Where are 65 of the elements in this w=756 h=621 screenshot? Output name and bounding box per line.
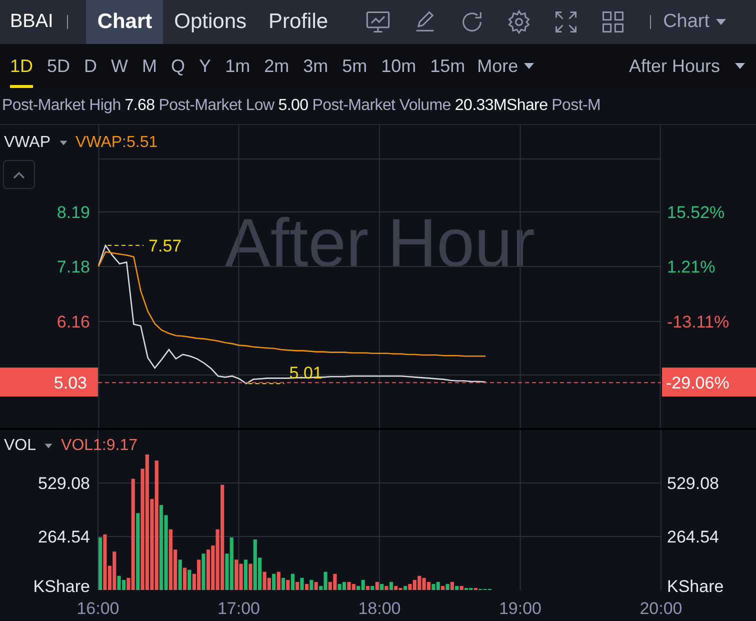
axis-label: KShare [667, 577, 724, 596]
period-tab[interactable]: 1m [225, 44, 250, 88]
stat-value: 5.00 [278, 96, 308, 116]
time-label: 20:00 [640, 599, 682, 618]
axis-label: KShare [33, 577, 90, 596]
caret-icon [523, 62, 536, 70]
axis-label: 264.54 [667, 528, 719, 546]
chart-menu[interactable]: Chart [663, 8, 727, 36]
axis-label: 264.54 [38, 528, 90, 546]
leader-line [107, 244, 144, 246]
period-tab[interactable]: 5D [47, 44, 70, 88]
settings-icon[interactable] [506, 9, 532, 35]
indicator-name: VWAP [4, 133, 51, 153]
time-label: 17:00 [217, 599, 260, 618]
axis-label: 7.18 [56, 257, 90, 276]
period-tab[interactable]: 15m [430, 44, 466, 88]
y-tick-label: 5.03 [54, 374, 87, 393]
grid-icon[interactable] [600, 9, 626, 35]
monitor-chart-icon[interactable] [365, 9, 392, 35]
annotation-label: 7.57 [148, 236, 182, 256]
time-label: 19:00 [498, 599, 542, 618]
stat-label: Post-Market Low [158, 96, 274, 116]
chart-tab[interactable]: Options [163, 0, 258, 44]
axis-label: -13.11% [667, 312, 730, 332]
caret-icon [58, 139, 68, 147]
axis-label: 1.21% [667, 257, 716, 276]
axis-label: 529.08 [667, 474, 719, 493]
more-menu[interactable]: More [477, 52, 536, 80]
period-tab[interactable]: Y [199, 44, 212, 88]
caret-icon [44, 442, 54, 450]
fullscreen-icon[interactable] [553, 9, 580, 35]
indicator-value: VOL1:9.17 [61, 436, 138, 456]
stat-label: Post-Market High [2, 96, 121, 116]
indicator-value: VWAP:5.51 [76, 133, 158, 153]
period-tab[interactable]: Q [171, 44, 186, 88]
axis-label: 8.19 [56, 202, 90, 222]
axis-label: 6.16 [56, 312, 90, 332]
time-label: 16:00 [76, 599, 120, 618]
period-tab[interactable]: 2m [264, 44, 290, 88]
caret-icon [714, 18, 727, 26]
period-tab[interactable]: 3m [303, 44, 328, 88]
leader-line [248, 383, 285, 384]
chart-tab[interactable]: Profile [258, 0, 340, 44]
period-tab[interactable]: 10m [381, 44, 416, 88]
session-menu[interactable]: After Hours [628, 52, 746, 80]
period-tab[interactable]: 5m [342, 44, 368, 88]
stat-label: Post-M [552, 96, 601, 116]
period-tab[interactable]: D [84, 44, 98, 88]
caret-icon [734, 62, 746, 70]
period-tab[interactable]: M [142, 44, 158, 88]
chevron-up-icon [13, 170, 25, 178]
period-tab[interactable]: W [111, 44, 128, 88]
price-tag: 5.03 [0, 368, 98, 397]
time-label: 18:00 [358, 599, 401, 618]
stat-label: Post-Market Volume [312, 96, 451, 116]
ticker-symbol: BBAI [9, 10, 54, 34]
period-tab[interactable]: 1D [10, 44, 34, 88]
stat-value: 7.68 [124, 96, 155, 116]
indicator-name: VOL [4, 436, 36, 456]
axis-label: 15.52% [667, 202, 725, 222]
chart-tab[interactable]: Chart [86, 0, 164, 44]
change-tag: -29.06% [662, 368, 756, 397]
axis-label: 529.08 [38, 474, 90, 493]
stat-value: 20.33MShare [454, 96, 548, 116]
collapse-button[interactable] [3, 160, 35, 189]
